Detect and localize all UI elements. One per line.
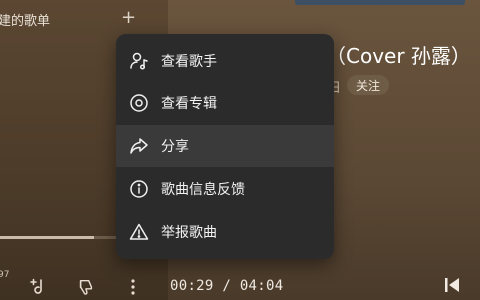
- menu-item-feedback[interactable]: 歌曲信息反馈: [116, 168, 334, 210]
- menu-item-label: 歌曲信息反馈: [161, 182, 245, 198]
- playback-time: 00:29 / 04:04: [170, 278, 284, 294]
- menu-item-report[interactable]: 举报歌曲: [116, 211, 334, 253]
- album-cover-edge: [295, 0, 465, 5]
- share-arrow-icon: [129, 136, 149, 156]
- progress-fill: [0, 236, 95, 239]
- follow-button[interactable]: 关注: [347, 75, 389, 95]
- menu-item-share[interactable]: 分享: [116, 125, 334, 167]
- info-icon: [129, 179, 149, 199]
- menu-item-label: 举报歌曲: [161, 225, 217, 241]
- album-disc-icon: [129, 93, 149, 113]
- menu-item-label: 查看歌手: [161, 54, 217, 70]
- thumbs-down-icon[interactable]: [75, 276, 97, 298]
- plus-icon[interactable]: +: [121, 7, 136, 28]
- previous-track-icon[interactable]: [441, 274, 463, 296]
- menu-item-label: 查看专辑: [161, 96, 217, 112]
- menu-item-view-album[interactable]: 查看专辑: [116, 82, 334, 124]
- song-title: （Cover 孙露）: [326, 44, 471, 68]
- add-to-playlist-icon[interactable]: [27, 276, 49, 298]
- more-options-icon[interactable]: [122, 276, 144, 298]
- menu-item-label: 分享: [161, 139, 189, 155]
- song-context-menu: 查看歌手 查看专辑 分享 歌曲信息反馈 举报歌曲: [116, 34, 334, 259]
- menu-item-view-artist[interactable]: 查看歌手: [116, 40, 334, 82]
- warning-icon: [129, 222, 149, 242]
- playlist-section-title: 建的歌单: [0, 14, 51, 29]
- comment-count: 97: [0, 270, 10, 280]
- user-music-icon: [129, 51, 149, 71]
